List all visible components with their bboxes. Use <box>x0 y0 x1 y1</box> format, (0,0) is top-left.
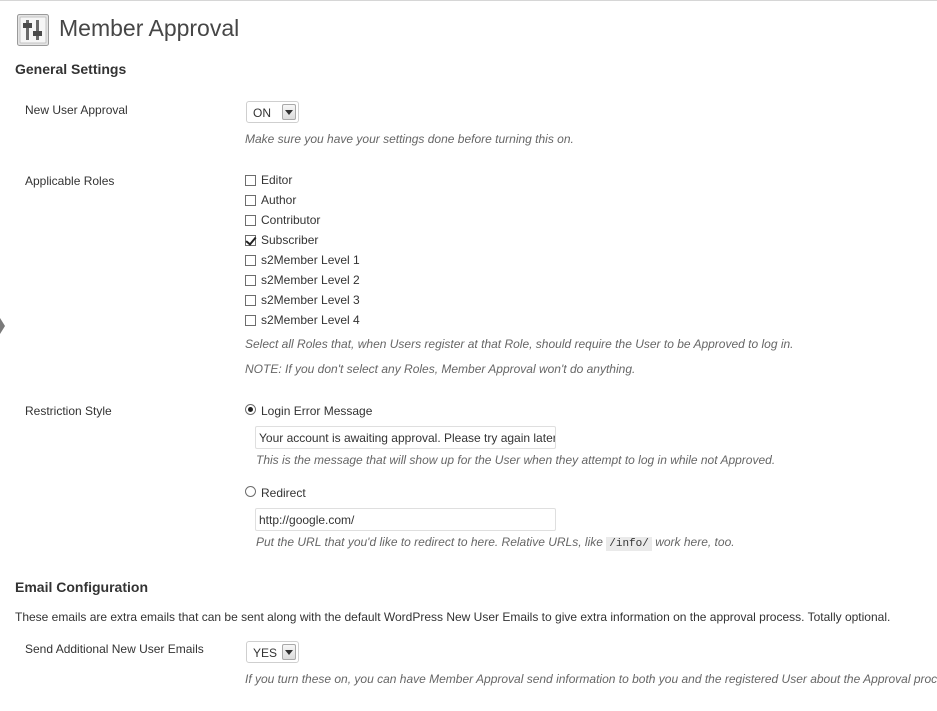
role-checkbox[interactable] <box>245 235 256 246</box>
collapse-arrow-icon[interactable] <box>0 318 5 334</box>
role-checkbox[interactable] <box>245 215 256 226</box>
general-settings-heading: General Settings <box>15 61 127 77</box>
role-checkbox[interactable] <box>245 195 256 206</box>
settings-sliders-icon <box>17 14 49 46</box>
role-label: Author <box>261 193 297 207</box>
new-user-approval-select[interactable]: ON <box>246 101 299 123</box>
redirect-note: Put the URL that you'd like to redirect … <box>256 535 735 551</box>
chevron-down-icon[interactable] <box>282 644 296 660</box>
role-checkbox[interactable] <box>245 175 256 186</box>
role-label: Editor <box>261 173 293 187</box>
redirect-note-text: Put the URL that you'd like to redirect … <box>256 535 603 549</box>
role-label: Subscriber <box>261 233 319 247</box>
role-checkbox[interactable] <box>245 295 256 306</box>
email-intro-text: These emails are extra emails that can b… <box>15 610 891 624</box>
page-title: Member Approval <box>59 15 240 41</box>
top-border <box>0 0 937 1</box>
send-emails-note: If you turn these on, you can have Membe… <box>245 672 937 686</box>
redirect-radio[interactable] <box>245 486 256 497</box>
send-emails-select[interactable]: YES <box>246 641 299 663</box>
login-error-note: This is the message that will show up fo… <box>256 453 776 467</box>
chevron-down-icon[interactable] <box>282 104 296 120</box>
role-checkbox[interactable] <box>245 315 256 326</box>
login-error-radio[interactable] <box>245 404 256 415</box>
redirect-url-input[interactable]: http://google.com/ <box>255 508 556 531</box>
email-configuration-heading: Email Configuration <box>15 579 148 595</box>
redirect-option-label: Redirect <box>261 486 306 500</box>
role-label: s2Member Level 2 <box>261 273 360 287</box>
login-error-message-input[interactable]: Your account is awaiting approval. Pleas… <box>255 426 556 449</box>
role-checkbox[interactable] <box>245 275 256 286</box>
role-checkbox[interactable] <box>245 255 256 266</box>
role-label: s2Member Level 4 <box>261 313 360 327</box>
send-emails-label: Send Additional New User Emails <box>25 642 204 656</box>
new-user-approval-label: New User Approval <box>25 103 128 117</box>
applicable-roles-label: Applicable Roles <box>25 174 115 188</box>
new-user-approval-note: Make sure you have your settings done be… <box>245 132 574 146</box>
roles-note: Select all Roles that, when Users regist… <box>245 337 794 351</box>
redirect-note-code: /info/ <box>606 537 652 551</box>
roles-warning-note: NOTE: If you don't select any Roles, Mem… <box>245 362 636 376</box>
send-emails-value: YES <box>253 646 278 660</box>
login-error-option-label: Login Error Message <box>261 404 373 418</box>
redirect-note-text-end: work here, too. <box>655 535 735 549</box>
restriction-style-label: Restriction Style <box>25 404 112 418</box>
new-user-approval-value: ON <box>253 106 271 120</box>
role-label: Contributor <box>261 213 321 227</box>
role-label: s2Member Level 3 <box>261 293 360 307</box>
role-label: s2Member Level 1 <box>261 253 360 267</box>
